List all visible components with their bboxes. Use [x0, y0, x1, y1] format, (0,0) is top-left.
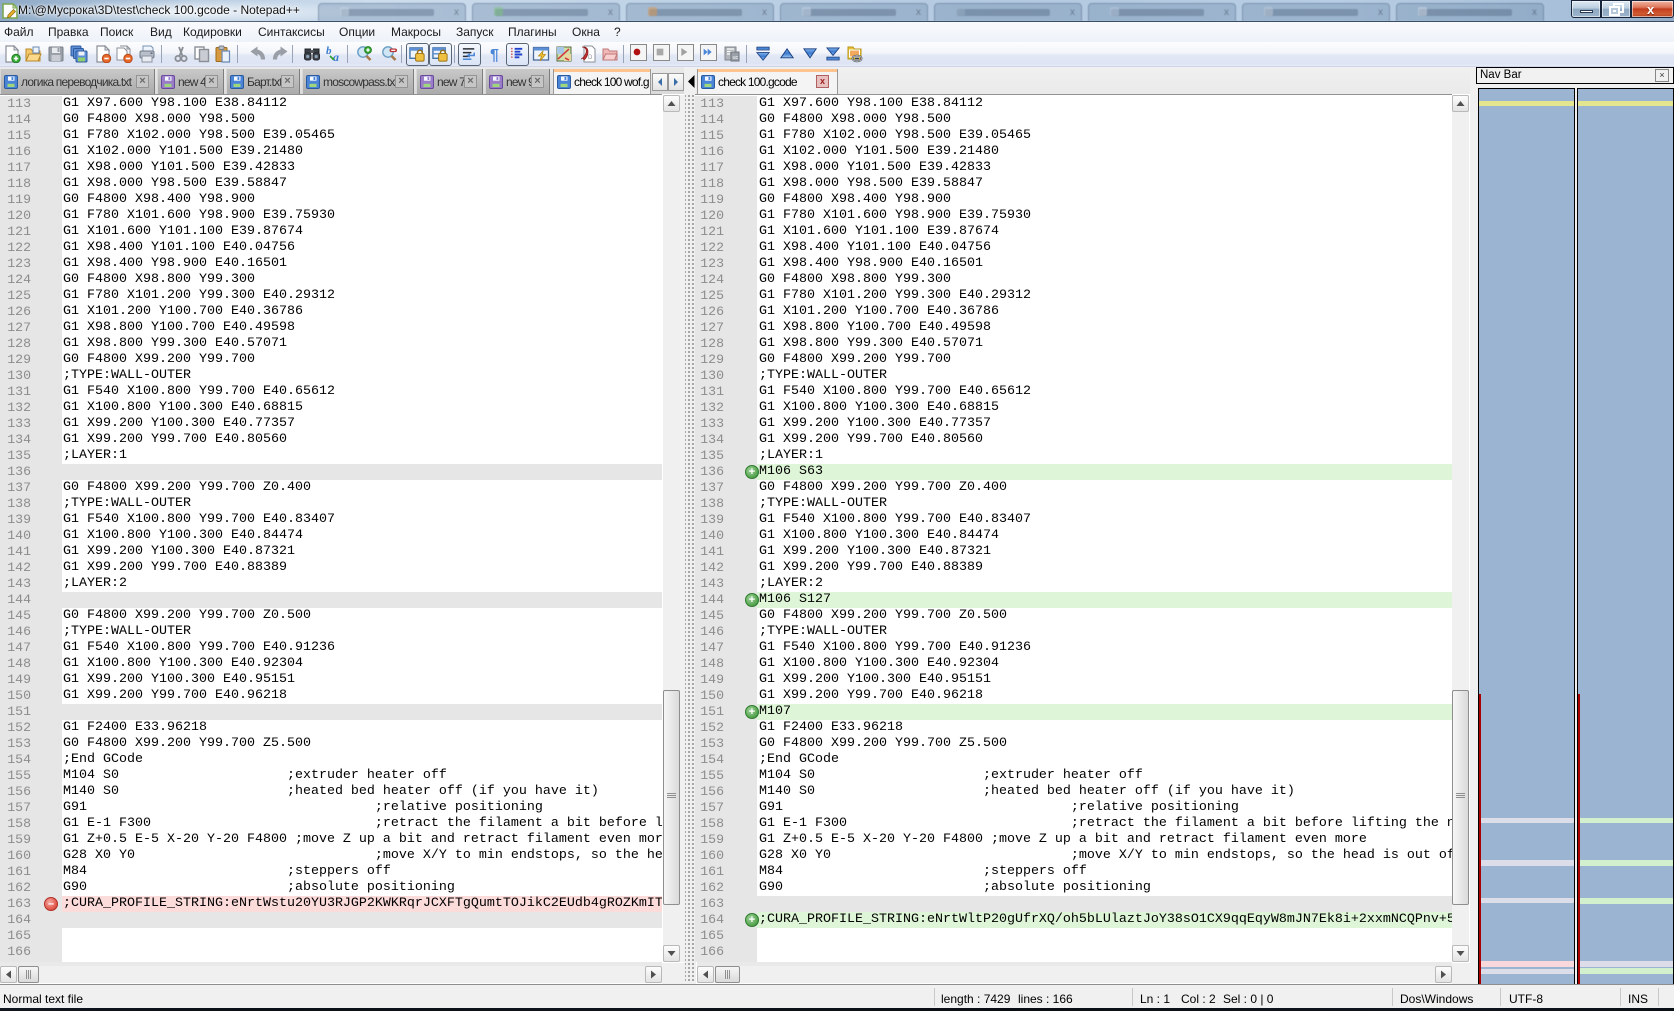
svg-text:¶: ¶ [490, 47, 499, 63]
svg-text:D: D [588, 55, 593, 61]
svg-text:a: a [333, 50, 339, 63]
svg-text:b: b [326, 45, 332, 57]
svg-text:uc: uc [733, 55, 739, 61]
